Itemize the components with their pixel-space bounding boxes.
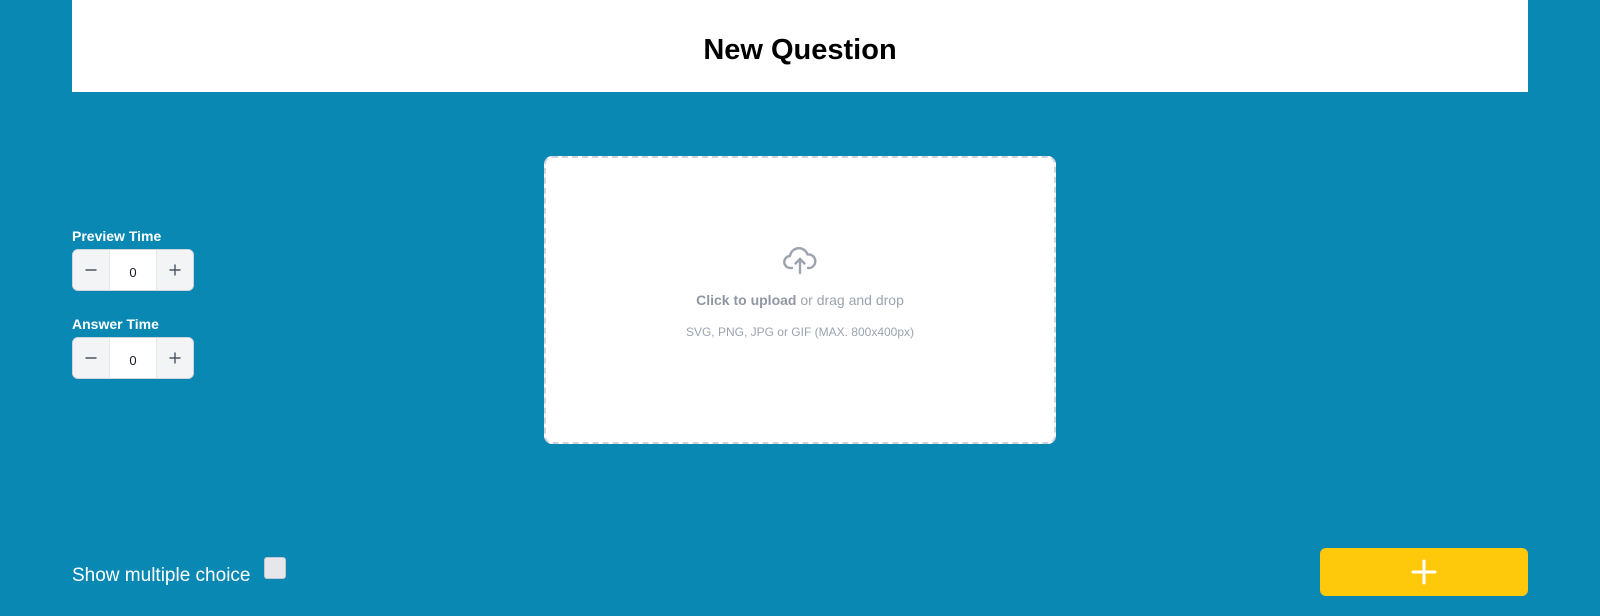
answer-time-stepper [72, 337, 194, 379]
answer-time-increment-button[interactable] [157, 338, 193, 378]
preview-time-input[interactable] [109, 250, 157, 290]
plus-icon [1411, 559, 1437, 585]
preview-time-label: Preview Time [72, 228, 162, 244]
answer-time-label: Answer Time [72, 316, 159, 332]
drag-drop-text: or drag and drop [796, 292, 904, 308]
preview-time-increment-button[interactable] [157, 250, 193, 290]
preview-time-decrement-button[interactable] [73, 250, 109, 290]
plus-icon [169, 264, 181, 276]
plus-icon [169, 352, 181, 364]
minus-icon [85, 269, 97, 271]
answer-time-input[interactable] [109, 338, 157, 378]
cloud-upload-icon [783, 247, 817, 275]
header-bar: New Question [72, 0, 1528, 92]
show-multiple-choice-label: Show multiple choice [72, 565, 251, 586]
image-upload-dropzone[interactable]: Click to upload or drag and drop SVG, PN… [544, 156, 1056, 444]
minus-icon [85, 357, 97, 359]
click-to-upload-text: Click to upload [696, 292, 797, 308]
upload-format-hint: SVG, PNG, JPG or GIF (MAX. 800x400px) [685, 325, 915, 339]
answer-time-decrement-button[interactable] [73, 338, 109, 378]
add-button[interactable] [1320, 548, 1528, 596]
preview-time-stepper [72, 249, 194, 291]
show-multiple-choice-checkbox[interactable] [264, 557, 286, 579]
page-title: New Question [703, 33, 897, 66]
upload-instruction: Click to upload or drag and drop [696, 292, 904, 308]
